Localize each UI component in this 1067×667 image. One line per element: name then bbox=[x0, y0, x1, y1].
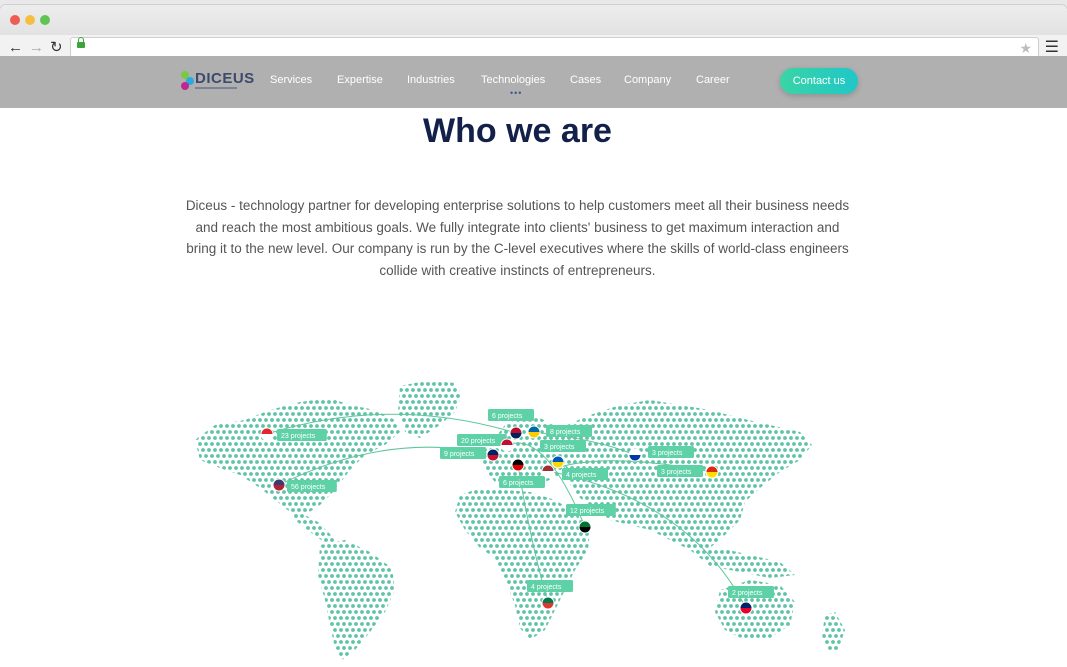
russia-flag-icon[interactable] bbox=[628, 448, 642, 462]
nav-cases[interactable]: Cases bbox=[570, 74, 601, 86]
project-badge-label: 20 projects bbox=[461, 438, 496, 445]
project-badge: 6 projects bbox=[499, 476, 545, 488]
norway-flag-icon[interactable] bbox=[509, 426, 523, 440]
browser-menu-icon[interactable]: ☰ bbox=[1045, 38, 1059, 58]
project-badge: 3 projects bbox=[657, 465, 703, 477]
nav-technologies[interactable]: Technologies bbox=[481, 74, 545, 86]
world-map: 23 projects 56 projects 6 projects 20 proje… bbox=[195, 382, 845, 660]
project-badge: 6 projects bbox=[488, 409, 534, 421]
logo-tagline bbox=[195, 87, 237, 89]
project-badge: 4 projects bbox=[562, 468, 608, 480]
diceus-logo[interactable]: DICEUS bbox=[179, 70, 254, 94]
canada-flag-icon[interactable] bbox=[260, 427, 274, 441]
maximize-window-button[interactable] bbox=[40, 15, 50, 25]
nav-active-indicator: ••• bbox=[510, 88, 523, 98]
project-badge: 23 projects bbox=[277, 429, 327, 441]
project-badge: 20 projects bbox=[457, 434, 507, 446]
project-badge-label: 9 projects bbox=[444, 451, 475, 458]
nav-career[interactable]: Career bbox=[696, 74, 730, 86]
project-badge-label: 2 projects bbox=[732, 590, 763, 597]
project-badge-label: 23 projects bbox=[281, 433, 316, 440]
sweden-flag-icon[interactable] bbox=[527, 425, 541, 439]
minimize-window-button[interactable] bbox=[25, 15, 35, 25]
project-badge: 56 projects bbox=[287, 480, 337, 492]
usa-flag-icon[interactable] bbox=[272, 478, 286, 492]
germany-flag-icon[interactable] bbox=[511, 458, 525, 472]
uae-flag-icon[interactable] bbox=[578, 520, 592, 534]
denmark-flag-icon[interactable] bbox=[500, 438, 514, 452]
project-badge-label: 3 projects bbox=[661, 469, 692, 476]
project-badge-label: 6 projects bbox=[503, 480, 534, 487]
page-title: Who we are bbox=[423, 112, 612, 150]
project-badge-label: 4 projects bbox=[531, 584, 562, 591]
south-africa-flag-icon[interactable] bbox=[541, 596, 555, 610]
reload-icon[interactable]: ↻ bbox=[50, 38, 63, 58]
project-badge: 12 projects bbox=[566, 504, 616, 516]
site-header: DICEUS Services Expertise Industries Tec… bbox=[0, 56, 1067, 108]
project-badge: 2 projects bbox=[728, 586, 774, 598]
australia-flag-icon[interactable] bbox=[739, 601, 753, 615]
project-badge-label: 56 projects bbox=[291, 484, 326, 491]
nav-expertise[interactable]: Expertise bbox=[337, 74, 383, 86]
project-badge: 4 projects bbox=[527, 580, 573, 592]
contact-us-button[interactable]: Contact us bbox=[780, 68, 858, 94]
ukraine-flag-icon[interactable] bbox=[551, 455, 565, 469]
project-badge-label: 3 projects bbox=[652, 450, 683, 457]
nav-company[interactable]: Company bbox=[624, 74, 671, 86]
project-badge-label: 4 projects bbox=[566, 472, 597, 479]
latvia-flag-icon[interactable] bbox=[541, 464, 555, 478]
project-badge-label: 6 projects bbox=[492, 413, 523, 420]
project-badge: 3 projects bbox=[648, 446, 694, 458]
title-bar bbox=[0, 5, 1067, 35]
project-badge-label: 8 projects bbox=[550, 429, 581, 436]
company-description: Diceus - technology partner for developi… bbox=[185, 198, 850, 278]
project-badge: 8 projects bbox=[546, 425, 592, 437]
logo-text: DICEUS bbox=[195, 70, 255, 87]
project-badge-label: 3 projects bbox=[544, 444, 575, 451]
close-window-button[interactable] bbox=[10, 15, 20, 25]
china-flag-icon[interactable] bbox=[705, 465, 719, 479]
project-badge: 9 projects bbox=[440, 447, 486, 459]
bookmark-star-icon[interactable]: ★ bbox=[1019, 38, 1032, 58]
nav-industries[interactable]: Industries bbox=[407, 74, 455, 86]
uk-flag-icon[interactable] bbox=[486, 448, 500, 462]
nav-services[interactable]: Services bbox=[270, 74, 312, 86]
lock-icon bbox=[77, 37, 85, 48]
back-arrow-icon[interactable]: ← bbox=[8, 38, 23, 58]
forward-arrow-icon[interactable]: → bbox=[29, 38, 44, 58]
project-badge: 3 projects bbox=[540, 440, 586, 452]
project-badge-label: 12 projects bbox=[570, 508, 605, 515]
